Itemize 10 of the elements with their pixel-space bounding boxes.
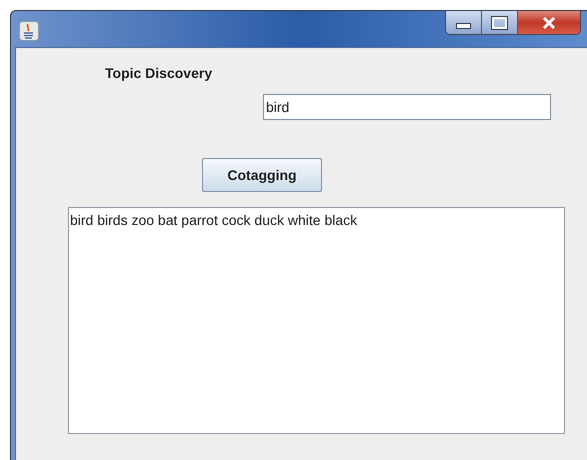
close-button[interactable] <box>518 11 580 34</box>
query-field[interactable]: bird <box>263 94 551 120</box>
close-icon <box>542 16 556 28</box>
coffee-cup-icon <box>19 21 39 41</box>
minimize-button[interactable] <box>446 11 482 34</box>
heading-label: Topic Discovery <box>105 65 214 83</box>
maximize-button[interactable] <box>482 11 518 34</box>
cotagging-button[interactable]: Cotagging <box>202 158 322 192</box>
output-text-area[interactable]: bird birds zoo bat parrot cock duck white black <box>68 207 565 434</box>
output-text: bird birds zoo bat parrot cock duck white black <box>70 212 358 228</box>
